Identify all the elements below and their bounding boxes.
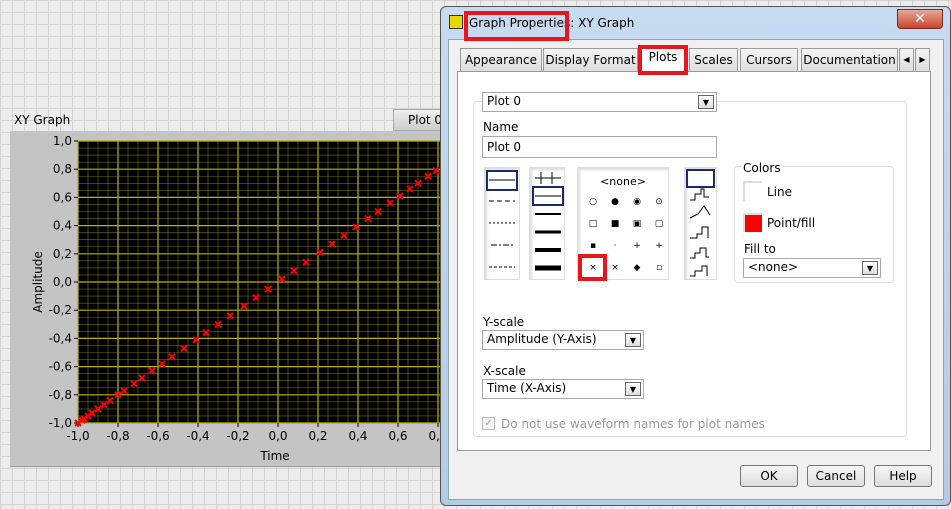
line-color-swatch[interactable] (743, 181, 762, 201)
chevron-down-icon[interactable]: ▼ (862, 261, 878, 275)
name-input[interactable] (482, 136, 717, 158)
y-tick-label: -0,2 (49, 303, 72, 317)
chevron-down-icon[interactable]: ▼ (625, 382, 641, 396)
point-style-none[interactable]: <none> (578, 175, 668, 188)
interpolation-list[interactable] (684, 167, 717, 280)
waveform-names-label: Do not use waveform names for plot names (501, 417, 765, 431)
tab-cursors[interactable]: Cursors (740, 48, 798, 72)
name-label: Name (483, 120, 519, 134)
tab-scales[interactable]: Scales (689, 48, 738, 72)
x-tick-label: 0,8 (428, 429, 440, 443)
y-tick-label: -1,0 (49, 416, 72, 430)
y-tick-label: 0,2 (53, 247, 72, 261)
fill-to-select[interactable]: <none> ▼ (743, 258, 881, 278)
x-scale-select[interactable]: Time (X-Axis) ▼ (482, 379, 644, 399)
y-axis-label: Amplitude (31, 251, 45, 313)
highlight-plots-tab (638, 45, 688, 75)
line-color-label: Line (767, 185, 793, 199)
tab-documentation[interactable]: Documentation (801, 48, 898, 72)
plot-select[interactable]: Plot 0 ▼ (482, 92, 717, 112)
y-tick-label: -0,4 (49, 331, 72, 345)
chevron-down-icon[interactable]: ▼ (625, 333, 641, 347)
labview-icon (449, 15, 463, 29)
x-axis-label: Time (259, 449, 289, 463)
x-tick-label: -0,8 (106, 429, 129, 443)
xy-graph-chart: 1,0 0,8 0,6 0,4 0,2 0,0 -0,2 -0,4 -0,6 -0,8 -1,0-1… (31, 134, 440, 463)
y-tick-label: 0,4 (53, 219, 72, 233)
line-style-list[interactable] (484, 167, 520, 280)
y-scale-label: Y-scale (483, 315, 525, 329)
line-width-list[interactable] (529, 167, 565, 280)
y-tick-label: 0,0 (53, 275, 72, 289)
point-fill-color-swatch[interactable] (743, 213, 762, 232)
tab-display-format[interactable]: Display Format (543, 48, 638, 72)
x-tick-label: -0,4 (186, 429, 209, 443)
x-scale-value: Time (X-Axis) (487, 381, 567, 395)
x-tick-label: 0,2 (308, 429, 327, 443)
tab-scroll-right-icon[interactable]: ▶ (915, 48, 930, 72)
fill-to-value: <none> (748, 260, 799, 274)
x-tick-label: 0,4 (348, 429, 367, 443)
y-tick-label: 0,6 (53, 190, 72, 204)
help-button[interactable]: Help (874, 465, 932, 487)
x-scale-label: X-scale (483, 364, 526, 378)
fill-to-label: Fill to (744, 242, 776, 256)
y-tick-label: 1,0 (53, 134, 72, 148)
tab-scroll-left-icon[interactable]: ◀ (899, 48, 914, 72)
y-tick-label: 0,8 (53, 162, 72, 176)
waveform-names-checkbox[interactable]: ✓ (482, 417, 495, 430)
x-tick-label: 0,0 (268, 429, 287, 443)
y-tick-label: -0,6 (49, 360, 72, 374)
x-tick-label: 0,6 (388, 429, 407, 443)
ok-button[interactable]: OK (740, 465, 798, 487)
chevron-down-icon[interactable]: ▼ (698, 95, 714, 109)
y-tick-label: -0,8 (49, 388, 72, 402)
close-button[interactable]: ✕ (897, 9, 943, 29)
highlight-title (464, 11, 569, 41)
point-fill-label: Point/fill (767, 216, 816, 230)
tab-appearance[interactable]: Appearance (460, 48, 542, 72)
x-tick-label: -0,2 (226, 429, 249, 443)
highlight-x-marker (578, 254, 607, 281)
cancel-button[interactable]: Cancel (807, 465, 865, 487)
colors-label: Colors (741, 161, 783, 175)
plot-select-value: Plot 0 (487, 94, 522, 108)
x-tick-label: -1,0 (66, 429, 89, 443)
y-scale-select[interactable]: Amplitude (Y-Axis) ▼ (482, 330, 644, 350)
y-scale-value: Amplitude (Y-Axis) (487, 332, 597, 346)
x-tick-label: -0,6 (146, 429, 169, 443)
